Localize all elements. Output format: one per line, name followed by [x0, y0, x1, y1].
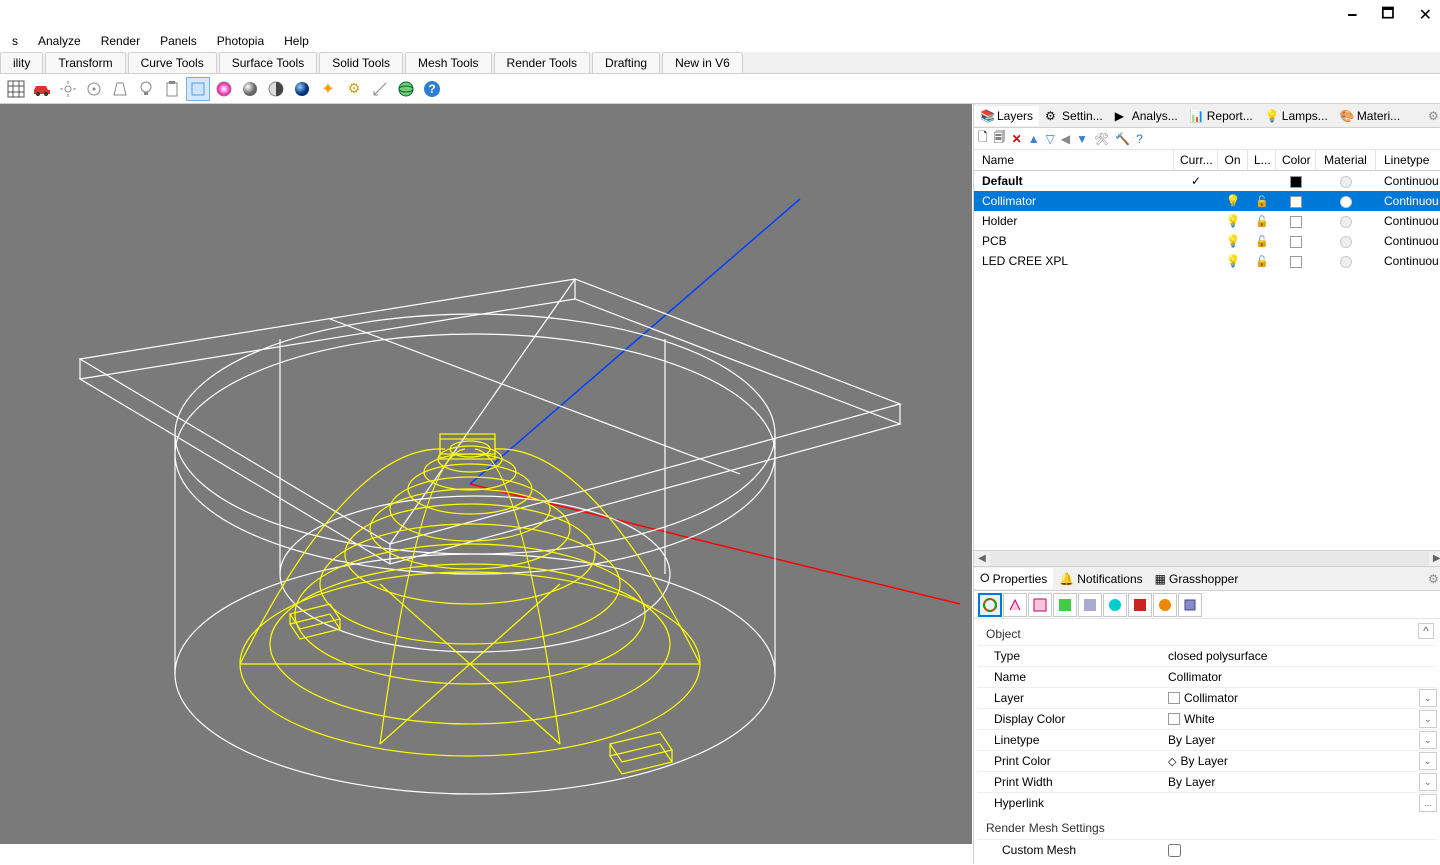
menu-analyze[interactable]: Analyze: [28, 31, 91, 51]
move-up-icon[interactable]: ▲: [1028, 132, 1040, 146]
properties-tabs: ⭘Properties🔔Notifications▦Grasshopper ⚙: [974, 567, 1440, 591]
new-layer-icon[interactable]: 🗋: [978, 128, 988, 149]
layer-scrollbar[interactable]: ◀▶: [974, 550, 1440, 566]
red-icon[interactable]: [1128, 593, 1152, 617]
new-sublayer-icon[interactable]: 🗐: [994, 128, 1006, 149]
prop-row-layer[interactable]: LayerCollimator⌄: [978, 687, 1437, 708]
properties-panel: ⭘Properties🔔Notifications▦Grasshopper ⚙ ^…: [974, 566, 1440, 864]
prop-row-name[interactable]: NameCollimator: [978, 666, 1437, 687]
prop-row-hyperlink[interactable]: Hyperlink...: [978, 792, 1437, 813]
close-button[interactable]: ✕: [1419, 5, 1432, 25]
object-section-header: Object: [978, 623, 1437, 645]
tools-icon[interactable]: 🛠: [1094, 132, 1109, 146]
render-row-custom-mesh[interactable]: Custom Mesh: [978, 839, 1437, 860]
object-props-icon[interactable]: [978, 593, 1002, 617]
prop-tab-grasshopper[interactable]: ▦Grasshopper: [1149, 569, 1245, 589]
minimize-button[interactable]: 🗕: [1347, 3, 1357, 27]
layer-row[interactable]: LED CREE XPL💡🔓Continuou: [974, 251, 1440, 271]
panel-tab-lamps[interactable]: 💡Lamps...: [1259, 106, 1334, 126]
layer-table[interactable]: Name Curr... On L... Color Material Line…: [974, 150, 1440, 550]
layer-row[interactable]: Holder💡🔓Continuou: [974, 211, 1440, 231]
prop-tab-notifications[interactable]: 🔔Notifications: [1053, 569, 1148, 589]
clipboard-icon[interactable]: [160, 77, 184, 101]
tool-tabs: ilityTransformCurve ToolsSurface ToolsSo…: [0, 52, 1440, 74]
hammer-icon[interactable]: 🔨: [1115, 132, 1130, 146]
measure-icon[interactable]: [368, 77, 392, 101]
orange-icon[interactable]: [1153, 593, 1177, 617]
texture-icon[interactable]: [1028, 593, 1052, 617]
menu-s[interactable]: s: [2, 31, 28, 51]
tab-drafting[interactable]: Drafting: [592, 52, 660, 73]
layer-row[interactable]: PCB💡🔓Continuou: [974, 231, 1440, 251]
tab-surface-tools[interactable]: Surface Tools: [219, 52, 318, 73]
tab-new-in-v6[interactable]: New in V6: [662, 52, 743, 73]
menu-panels[interactable]: Panels: [150, 31, 207, 51]
sphere-blue-icon[interactable]: [290, 77, 314, 101]
spotlight-icon[interactable]: [108, 77, 132, 101]
prop-row-print-width[interactable]: Print WidthBy Layer⌄: [978, 771, 1437, 792]
panel-tabs: 📚Layers⚙Settin...▶Analys...📊Report...💡La…: [974, 104, 1440, 128]
torch-icon[interactable]: ✦: [316, 77, 340, 101]
tab-transform[interactable]: Transform: [45, 52, 125, 73]
properties-toolbar: [974, 591, 1440, 619]
sun-icon[interactable]: [56, 77, 80, 101]
gear-icon[interactable]: ⚙: [1422, 572, 1440, 586]
layer-row[interactable]: Collimator💡🔓Continuou: [974, 191, 1440, 211]
delete-icon[interactable]: ✕: [1012, 132, 1022, 146]
layer-row[interactable]: Default✓Continuou: [974, 171, 1440, 191]
collapse-icon[interactable]: ^: [1418, 623, 1434, 639]
viewport-3d[interactable]: [0, 104, 972, 844]
layer-toolbar: 🗋 🗐 ✕ ▲ ▽ ◀ ▼ 🛠 🔨 ?: [974, 128, 1440, 150]
gear-icon[interactable]: ⚙: [1422, 109, 1440, 123]
back-icon[interactable]: ◀: [1061, 132, 1070, 146]
help-icon[interactable]: ?: [420, 77, 444, 101]
properties-body: ^ Object Typeclosed polysurfaceNameColli…: [974, 619, 1440, 864]
chrome-icon[interactable]: [1078, 593, 1102, 617]
car-icon[interactable]: [30, 77, 54, 101]
tab-mesh-tools[interactable]: Mesh Tools: [405, 52, 491, 73]
move-down-icon[interactable]: ▽: [1046, 132, 1055, 146]
tab-solid-tools[interactable]: Solid Tools: [319, 52, 403, 73]
toolbar: ✦ ⚙ ?: [0, 74, 1440, 104]
menu-render[interactable]: Render: [91, 31, 150, 51]
sphere-checker-icon[interactable]: [264, 77, 288, 101]
prop-row-type[interactable]: Typeclosed polysurface: [978, 645, 1437, 666]
render-mesh-section-header: Render Mesh Settings: [978, 817, 1437, 839]
target-icon[interactable]: [82, 77, 106, 101]
menu-help[interactable]: Help: [274, 31, 319, 51]
svg-text:?: ?: [428, 82, 435, 96]
panel-tab-analys[interactable]: ▶Analys...: [1109, 106, 1184, 126]
prop-tab-properties[interactable]: ⭘Properties: [974, 568, 1053, 589]
box-icon[interactable]: [1178, 593, 1202, 617]
layer-table-header: Name Curr... On L... Color Material Line…: [974, 150, 1440, 171]
help-icon[interactable]: ?: [1136, 132, 1143, 146]
menu-photopia[interactable]: Photopia: [207, 31, 274, 51]
maximize-button[interactable]: 🗖: [1381, 3, 1394, 27]
globe-icon[interactable]: [394, 77, 418, 101]
panel-tab-materi[interactable]: 🎨Materi...: [1334, 106, 1406, 126]
grid-icon[interactable]: [4, 77, 28, 101]
window-titlebar: 🗕 🗖 ✕: [0, 0, 1440, 30]
sphere-gray-icon[interactable]: [238, 77, 262, 101]
panel-tab-layers[interactable]: 📚Layers: [974, 106, 1039, 126]
panel-tab-settin[interactable]: ⚙Settin...: [1039, 106, 1109, 126]
material-icon[interactable]: [1003, 593, 1027, 617]
gears-icon[interactable]: ⚙: [342, 77, 366, 101]
tab-render-tools[interactable]: Render Tools: [494, 52, 591, 73]
green-icon[interactable]: [1053, 593, 1077, 617]
filter-icon[interactable]: ▼: [1076, 132, 1088, 146]
menu-bar: sAnalyzeRenderPanelsPhotopiaHelp: [0, 30, 1440, 52]
panel-tab-report[interactable]: 📊Report...: [1184, 106, 1259, 126]
tab-ility[interactable]: ility: [0, 52, 43, 73]
cyan-icon[interactable]: [1103, 593, 1127, 617]
bulb-icon[interactable]: [134, 77, 158, 101]
prop-row-linetype[interactable]: LinetypeBy Layer⌄: [978, 729, 1437, 750]
tab-curve-tools[interactable]: Curve Tools: [128, 52, 217, 73]
prop-row-display-color[interactable]: Display ColorWhite⌄: [978, 708, 1437, 729]
right-panel: 📚Layers⚙Settin...▶Analys...📊Report...💡La…: [973, 104, 1440, 864]
plane-icon[interactable]: [186, 77, 210, 101]
color-wheel-icon[interactable]: [212, 77, 236, 101]
prop-row-print-color[interactable]: Print Color◇By Layer⌄: [978, 750, 1437, 771]
